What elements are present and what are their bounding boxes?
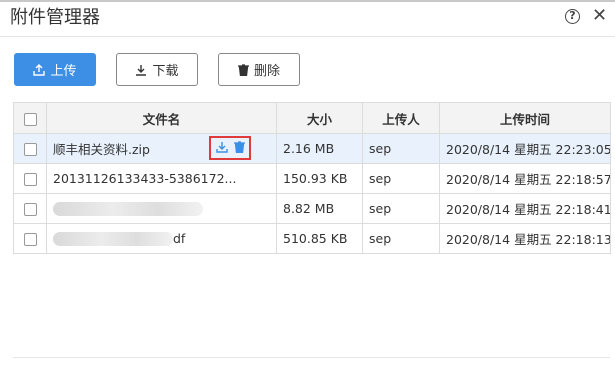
file-size: 150.93 KB xyxy=(276,163,363,194)
file-name-cell[interactable]: 顺丰相关资料.zip xyxy=(46,133,277,164)
trash-icon xyxy=(237,63,249,76)
column-header-time[interactable]: 上传时间 xyxy=(439,102,611,134)
close-icon[interactable]: ✕ xyxy=(592,5,607,27)
row-checkbox-cell[interactable] xyxy=(13,163,47,194)
download-button[interactable]: 下载 xyxy=(116,53,198,86)
upload-icon xyxy=(33,63,46,76)
file-size: 510.85 KB xyxy=(276,223,363,254)
file-name[interactable]: 20131126133433-5386172... xyxy=(53,171,236,186)
row-checkbox[interactable] xyxy=(23,203,37,216)
file-size: 2.16 MB xyxy=(276,133,363,164)
download-icon[interactable] xyxy=(215,141,228,156)
uploader: sep xyxy=(362,193,440,224)
dialog-title: 附件管理器 xyxy=(10,7,100,28)
upload-button-label: 上传 xyxy=(50,64,77,79)
table-row[interactable]: 20131126133433-5386172... 150.93 KB sep … xyxy=(13,163,611,194)
table-row[interactable]: 8.82 MB sep 2020/8/14 星期五 22:18:41 xyxy=(13,193,611,224)
row-checkbox-cell[interactable] xyxy=(13,223,47,254)
uploader: sep xyxy=(362,223,440,254)
redacted-file-name xyxy=(53,232,173,247)
title-divider xyxy=(0,36,615,37)
uploader: sep xyxy=(362,133,440,164)
file-name[interactable]: 顺丰相关资料.zip xyxy=(53,142,150,157)
row-checkbox[interactable] xyxy=(23,233,37,246)
uploader: sep xyxy=(362,163,440,194)
upload-time: 2020/8/14 星期五 22:23:05 xyxy=(439,133,611,164)
row-checkbox[interactable] xyxy=(23,173,37,186)
delete-button[interactable]: 删除 xyxy=(218,53,300,86)
row-actions-highlight xyxy=(209,136,251,160)
table-row[interactable]: df 510.85 KB sep 2020/8/14 星期五 22:18:13 xyxy=(13,223,611,254)
upload-time: 2020/8/14 星期五 22:18:57 xyxy=(439,163,611,194)
row-checkbox-cell[interactable] xyxy=(13,133,47,164)
file-name-cell[interactable]: df xyxy=(46,223,277,254)
download-icon xyxy=(135,64,147,76)
file-name-cell[interactable]: 20131126133433-5386172... xyxy=(46,163,277,194)
row-checkbox[interactable] xyxy=(23,143,37,156)
delete-button-label: 删除 xyxy=(253,64,280,79)
footer-divider xyxy=(13,357,610,358)
upload-button[interactable]: 上传 xyxy=(14,53,96,86)
column-header-size[interactable]: 大小 xyxy=(276,102,363,134)
file-name-cell[interactable] xyxy=(46,193,277,224)
download-button-label: 下载 xyxy=(152,64,179,79)
row-checkbox-cell[interactable] xyxy=(13,193,47,224)
upload-time: 2020/8/14 星期五 22:18:41 xyxy=(439,193,611,224)
file-size: 8.82 MB xyxy=(276,193,363,224)
upload-time: 2020/8/14 星期五 22:18:13 xyxy=(439,223,611,254)
help-icon[interactable]: ? xyxy=(565,9,580,24)
column-header-name[interactable]: 文件名 xyxy=(46,102,277,134)
trash-icon[interactable] xyxy=(233,140,245,156)
column-header-uploader[interactable]: 上传人 xyxy=(362,102,440,134)
file-name[interactable]: df xyxy=(173,231,185,246)
table-header-row: 文件名 大小 上传人 上传时间 xyxy=(13,102,611,134)
table-row[interactable]: 顺丰相关资料.zip 2.16 MB sep 2020/8/14 星期五 22:… xyxy=(13,133,611,164)
select-all-checkbox-cell[interactable] xyxy=(13,102,47,134)
redacted-file-name xyxy=(53,202,203,217)
attachments-table: 文件名 大小 上传人 上传时间 顺丰相关资料.zip 2.16 MB sep 2… xyxy=(13,102,611,254)
select-all-checkbox[interactable] xyxy=(23,112,37,126)
window-top-border xyxy=(0,0,615,2)
